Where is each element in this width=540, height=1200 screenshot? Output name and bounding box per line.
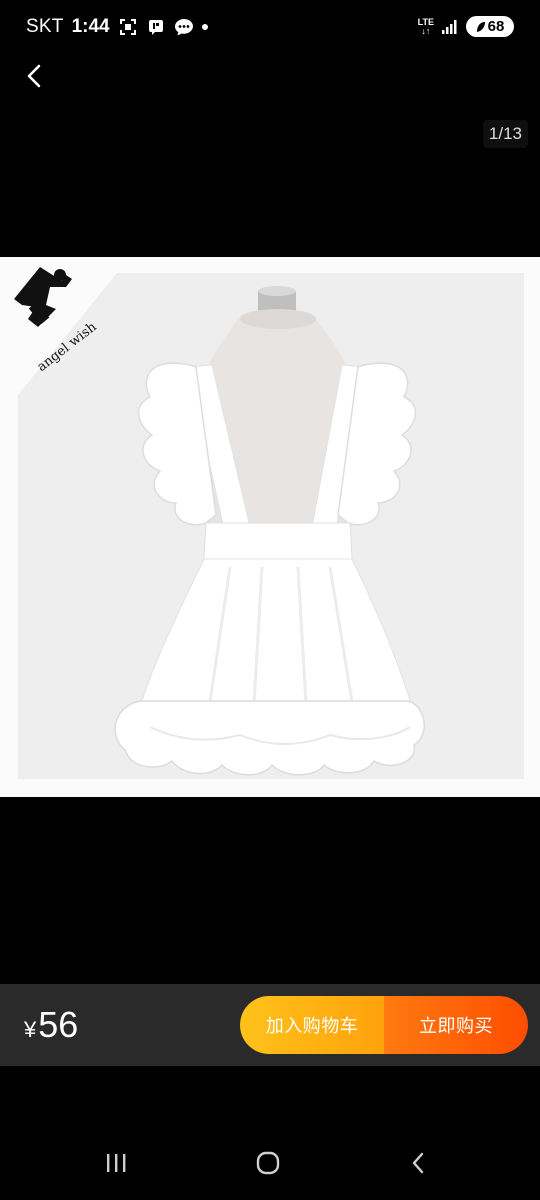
purchase-buttons: 加入购物车 立即购买 [240, 996, 528, 1054]
gallery-page-indicator: 1/13 [482, 120, 528, 148]
data-arrows-icon: ↓↑ [421, 25, 431, 36]
battery-leaf-icon [476, 21, 485, 32]
chevron-left-icon [27, 64, 41, 88]
system-nav-bar [0, 1120, 540, 1200]
product-image[interactable]: angel wish [0, 257, 540, 797]
price-amount: 56 [38, 1004, 79, 1045]
system-back-button[interactable] [398, 1148, 438, 1178]
price-currency: ¥ [24, 1017, 37, 1042]
bottom-action-bar: ¥ 56 加入购物车 立即购买 [0, 984, 540, 1066]
clock: 1:44 [71, 16, 110, 37]
battery-indicator: 68 [466, 16, 514, 37]
recent-apps-button[interactable] [96, 1148, 136, 1178]
notification-icon [146, 17, 166, 37]
screenshot-icon [118, 17, 138, 37]
price: ¥ 56 [24, 1004, 78, 1046]
network-indicator: LTE ↓↑ [418, 17, 434, 36]
add-to-cart-button[interactable]: 加入购物车 [240, 996, 384, 1054]
back-button[interactable] [18, 60, 50, 92]
home-button[interactable] [248, 1148, 288, 1178]
battery-level: 68 [487, 18, 505, 35]
carrier-label: SKT [26, 16, 64, 37]
status-left: SKT 1:44 [26, 16, 208, 38]
recent-apps-icon [107, 1154, 126, 1172]
back-icon [412, 1152, 424, 1174]
screen: SKT 1:44 LTE ↓↑ 68 1/13 angel wish ¥ 56 … [0, 0, 540, 1200]
status-bar: SKT 1:44 LTE ↓↑ 68 [0, 0, 540, 56]
dot-icon [201, 24, 208, 30]
buy-now-button[interactable]: 立即购买 [384, 996, 528, 1054]
home-icon [256, 1151, 280, 1175]
status-right: LTE ↓↑ 68 [418, 16, 514, 37]
signal-icon [440, 17, 460, 37]
chat-icon [174, 17, 194, 37]
